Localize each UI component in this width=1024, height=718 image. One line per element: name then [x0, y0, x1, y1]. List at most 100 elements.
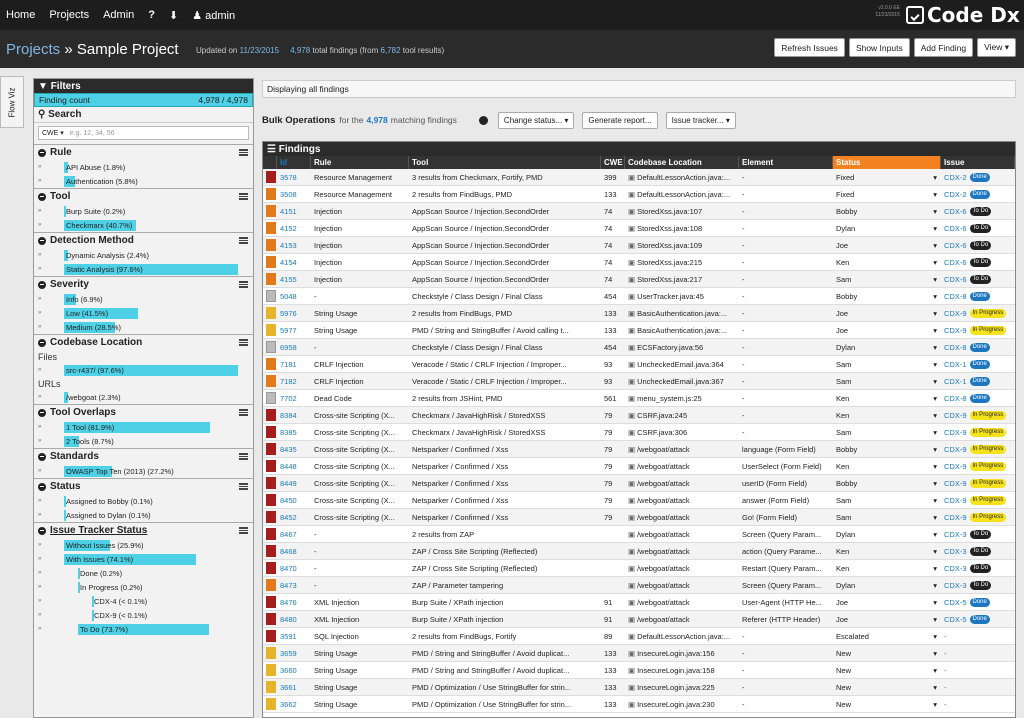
finding-id[interactable]: 8449 — [277, 475, 311, 491]
filter-item[interactable]: » 2 Tools (8.7%) — [34, 434, 253, 448]
filter-section-header[interactable]: Status — [34, 479, 253, 494]
filter-section-header[interactable]: Issue Tracker Status — [34, 523, 253, 538]
expand-arrow-icon[interactable]: » — [38, 252, 41, 258]
finding-id[interactable]: 3508 — [277, 186, 311, 202]
status-dropdown[interactable]: New ▾ — [833, 662, 941, 678]
filter-section-header[interactable]: Detection Method — [34, 233, 253, 248]
finding-id[interactable]: 8473 — [277, 577, 311, 593]
collapse-icon[interactable] — [38, 408, 46, 417]
issue-link[interactable]: CDX-6 — [944, 224, 967, 233]
issue-link[interactable]: CDX-6 — [944, 207, 967, 216]
status-dropdown[interactable]: Joe ▾ — [833, 322, 941, 338]
issue-link[interactable]: CDX-5 — [944, 598, 967, 607]
issue-link[interactable]: CDX-6 — [944, 258, 967, 267]
status-dropdown[interactable]: Sam ▾ — [833, 271, 941, 287]
finding-id[interactable]: 3591 — [277, 628, 311, 644]
issue-link[interactable]: CDX-9 — [944, 411, 967, 420]
filter-item[interactable]: » With Issues (74.1%) — [34, 552, 253, 566]
search-scope-dropdown[interactable]: CWE ▾ — [42, 129, 64, 137]
filter-section-header[interactable]: Severity — [34, 277, 253, 292]
issue-cell[interactable]: CDX-9 In Progress — [941, 424, 1015, 440]
finding-id[interactable]: 5048 — [277, 288, 311, 304]
col-cwe[interactable]: CWE — [601, 156, 625, 169]
expand-arrow-icon[interactable]: » — [38, 512, 41, 518]
col-tool[interactable]: Tool — [409, 156, 601, 169]
filter-item[interactable]: » src-r437/ (97.6%) — [34, 363, 253, 377]
expand-arrow-icon[interactable]: » — [38, 584, 41, 590]
issue-link[interactable]: CDX-8 — [944, 343, 967, 352]
expand-arrow-icon[interactable]: » — [38, 266, 41, 272]
filter-section-header[interactable]: Tool — [34, 189, 253, 204]
expand-arrow-icon[interactable]: » — [38, 296, 41, 302]
expand-arrow-icon[interactable]: » — [38, 178, 41, 184]
issue-cell[interactable]: CDX-3 To Do — [941, 526, 1015, 542]
table-row[interactable]: 8467-2 results from ZAP ▣/webgoat/attack S… — [263, 526, 1015, 543]
refresh-issues-button[interactable]: Refresh Issues — [774, 38, 845, 57]
issue-link[interactable]: CDX-9 — [944, 513, 967, 522]
issue-link[interactable]: CDX-2 — [944, 173, 967, 182]
table-row[interactable]: 8480 XML Injection Burp Suite / XPath inje… — [263, 611, 1015, 628]
issue-link[interactable]: CDX-3 — [944, 564, 967, 573]
finding-id[interactable]: 8448 — [277, 458, 311, 474]
table-row[interactable]: 4154 Injection AppScan Source / Injection.… — [263, 254, 1015, 271]
status-dropdown[interactable]: Ken ▾ — [833, 458, 941, 474]
filter-item[interactable]: » CDX-9 (< 0.1%) — [34, 608, 253, 622]
issue-link[interactable]: CDX-6 — [944, 275, 967, 284]
finding-id[interactable]: 8470 — [277, 560, 311, 576]
table-row[interactable]: 4152 Injection AppScan Source / Injection.… — [263, 220, 1015, 237]
issue-cell[interactable]: CDX-8 Done — [941, 390, 1015, 406]
expand-arrow-icon[interactable]: » — [38, 438, 41, 444]
table-row[interactable]: 8384 Cross-site Scripting (X... Checkmarx … — [263, 407, 1015, 424]
col-element[interactable]: Element — [739, 156, 833, 169]
table-row[interactable]: 3661 String Usage PMD / Optimization / Use… — [263, 679, 1015, 696]
issue-link[interactable]: CDX-1 — [944, 377, 967, 386]
expand-arrow-icon[interactable]: » — [38, 468, 41, 474]
finding-id[interactable]: 3660 — [277, 662, 311, 678]
filter-item[interactable]: » /webgoat (2.3%) — [34, 390, 253, 404]
table-row[interactable]: 4155 Injection AppScan Source / Injection.… — [263, 271, 1015, 288]
issue-cell[interactable]: CDX-1 Done — [941, 373, 1015, 389]
finding-id[interactable]: 3659 — [277, 645, 311, 661]
status-dropdown[interactable]: Bobby ▾ — [833, 441, 941, 457]
filter-item[interactable]: » Low (41.5%) — [34, 306, 253, 320]
col-location[interactable]: Codebase Location — [625, 156, 739, 169]
status-dropdown[interactable]: Sam ▾ — [833, 373, 941, 389]
finding-id[interactable]: 8480 — [277, 611, 311, 627]
issue-link[interactable]: CDX-9 — [944, 309, 967, 318]
table-row[interactable]: 8448 Cross-site Scripting (X... Netsparker… — [263, 458, 1015, 475]
expand-arrow-icon[interactable]: » — [38, 424, 41, 430]
finding-id[interactable]: 5976 — [277, 305, 311, 321]
issue-cell[interactable]: CDX-1 Done — [941, 356, 1015, 372]
nav-admin[interactable]: Admin — [103, 9, 134, 21]
issue-link[interactable]: CDX-9 — [944, 326, 967, 335]
filter-section-header[interactable]: Tool Overlaps — [34, 405, 253, 420]
menu-icon[interactable] — [239, 193, 248, 200]
filter-item[interactable]: » Done (0.2%) — [34, 566, 253, 580]
table-row[interactable]: 8452 Cross-site Scripting (X... Netsparker… — [263, 509, 1015, 526]
issue-link[interactable]: CDX-8 — [944, 292, 967, 301]
status-dropdown[interactable]: Dylan ▾ — [833, 220, 941, 236]
filter-item[interactable]: » Assigned to Dylan (0.1%) — [34, 508, 253, 522]
view-dropdown-button[interactable]: View ▾ — [977, 38, 1016, 57]
status-dropdown[interactable]: Ken ▾ — [833, 390, 941, 406]
issue-cell[interactable]: CDX-5 Done — [941, 611, 1015, 627]
expand-arrow-icon[interactable]: » — [38, 612, 41, 618]
status-dropdown[interactable]: Dylan ▾ — [833, 526, 941, 542]
issue-link[interactable]: CDX-3 — [944, 581, 967, 590]
issue-cell[interactable]: CDX-3 To Do — [941, 543, 1015, 559]
status-dropdown[interactable]: Sam ▾ — [833, 424, 941, 440]
menu-icon[interactable] — [239, 339, 248, 346]
expand-arrow-icon[interactable]: » — [38, 310, 41, 316]
issue-cell[interactable]: CDX-3 To Do — [941, 577, 1015, 593]
expand-arrow-icon[interactable]: » — [38, 542, 41, 548]
menu-icon[interactable] — [239, 237, 248, 244]
show-inputs-button[interactable]: Show Inputs — [848, 38, 910, 57]
finding-id[interactable]: 3578 — [277, 169, 311, 185]
issue-link[interactable]: CDX-9 — [944, 462, 967, 471]
table-row[interactable]: 8435 Cross-site Scripting (X... Netsparker… — [263, 441, 1015, 458]
status-dropdown[interactable]: Bobby ▾ — [833, 475, 941, 491]
finding-id[interactable]: 8450 — [277, 492, 311, 508]
issue-cell[interactable]: - — [941, 696, 1015, 712]
generate-report-button[interactable]: Generate report... — [582, 111, 658, 129]
issue-link[interactable]: CDX-9 — [944, 496, 967, 505]
